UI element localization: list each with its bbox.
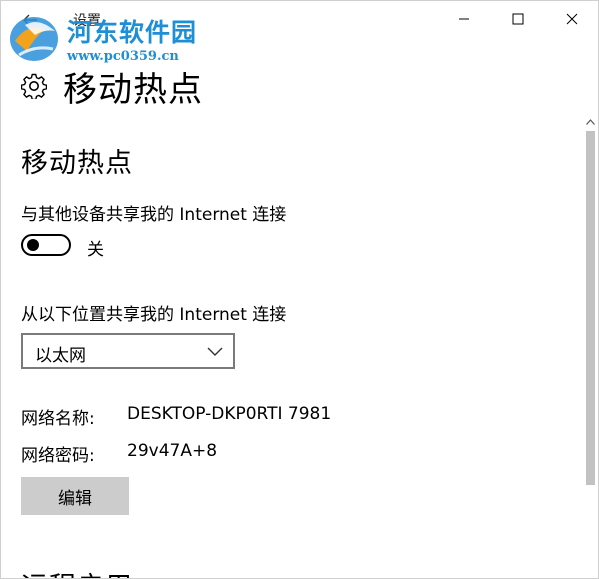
- window-title: 设置: [73, 13, 101, 29]
- page-header: 移动热点: [21, 61, 203, 111]
- maximize-icon: [512, 13, 524, 25]
- share-from-dropdown[interactable]: 以太网: [21, 333, 235, 369]
- settings-window: 设置 河东软件园 www.pc0359.cn 移动热点 移动热点 与其他设备共享…: [0, 0, 599, 579]
- scroll-up-icon: [586, 119, 595, 125]
- minimize-button[interactable]: [437, 1, 491, 37]
- close-button[interactable]: [545, 1, 598, 37]
- network-password-label: 网络密码:: [21, 446, 95, 466]
- back-arrow-icon: [23, 14, 37, 26]
- network-name-value: DESKTOP-DKP0RTI 7981: [127, 404, 332, 424]
- network-password-value: 29v47A+8: [127, 441, 218, 461]
- page-title: 移动热点: [63, 69, 203, 110]
- title-bar: 设置: [1, 1, 598, 39]
- back-button[interactable]: [7, 3, 53, 37]
- minimize-icon: [459, 18, 469, 20]
- maximize-button[interactable]: [491, 1, 545, 37]
- remote-enable-section-title: 远程启用: [21, 565, 133, 578]
- share-from-label: 从以下位置共享我的 Internet 连接: [21, 305, 287, 325]
- hotspot-section-title: 移动热点: [21, 148, 133, 179]
- toggle-knob: [27, 239, 39, 251]
- share-from-value: 以太网: [35, 346, 86, 366]
- hotspot-toggle[interactable]: [21, 234, 71, 256]
- network-name-label: 网络名称:: [21, 409, 95, 429]
- scroll-up-button[interactable]: [583, 115, 598, 129]
- vertical-scrollbar[interactable]: [583, 115, 598, 578]
- edit-button[interactable]: 编辑: [21, 477, 129, 515]
- gear-icon: [21, 73, 47, 99]
- close-icon: [566, 13, 578, 25]
- scroll-thumb[interactable]: [586, 131, 595, 485]
- toggle-state-label: 关: [87, 240, 104, 260]
- chevron-down-icon: [207, 347, 223, 356]
- share-internet-label: 与其他设备共享我的 Internet 连接: [21, 205, 287, 225]
